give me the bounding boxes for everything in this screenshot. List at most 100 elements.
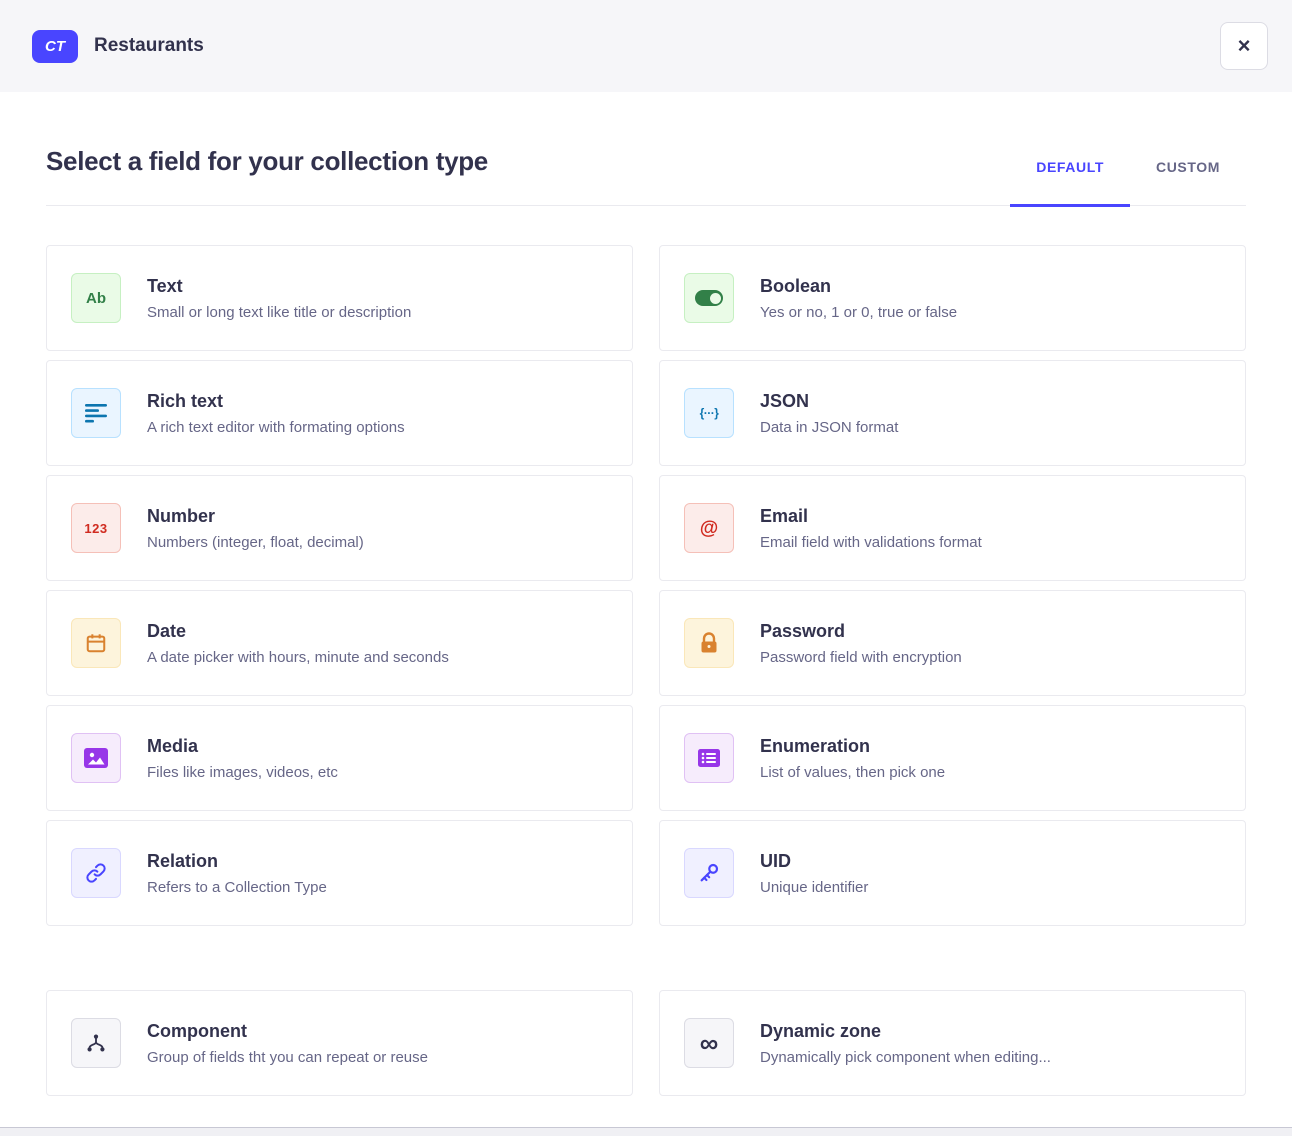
icon-glyph: 123 (84, 522, 107, 535)
enumeration-list-icon (684, 733, 734, 783)
component-branch-icon (71, 1018, 121, 1068)
modal-header-left: CT Restaurants (32, 30, 204, 63)
field-title: JSON (760, 391, 898, 412)
title-row: Select a field for your collection type … (46, 146, 1246, 206)
field-card-text[interactable]: Ab Text Small or long text like title or… (46, 245, 633, 351)
icon-glyph: {···} (700, 407, 719, 419)
field-description: A date picker with hours, minute and sec… (147, 649, 449, 666)
enumeration-list-svg (698, 749, 720, 767)
field-description: Group of fields tht you can repeat or re… (147, 1049, 428, 1066)
field-description: Unique identifier (760, 879, 868, 896)
component-branch-svg (85, 1032, 107, 1054)
calendar-icon (71, 618, 121, 668)
card-text: Date A date picker with hours, minute an… (147, 621, 449, 666)
icon-glyph: Ab (86, 291, 106, 306)
field-grid-advanced: Component Group of fields tht you can re… (46, 990, 1246, 1096)
card-text: Component Group of fields tht you can re… (147, 1021, 428, 1066)
field-description: Files like images, videos, etc (147, 764, 338, 781)
card-text: Password Password field with encryption (760, 621, 962, 666)
field-description: Email field with validations format (760, 534, 982, 551)
collection-title: Restaurants (94, 35, 204, 57)
field-card-date[interactable]: Date A date picker with hours, minute an… (46, 590, 633, 696)
field-card-boolean[interactable]: Boolean Yes or no, 1 or 0, true or false (659, 245, 1246, 351)
field-card-component[interactable]: Component Group of fields tht you can re… (46, 990, 633, 1096)
field-title: Enumeration (760, 736, 945, 757)
tab-default[interactable]: DEFAULT (1010, 159, 1130, 205)
lock-svg (699, 632, 719, 654)
infinity-icon: ∞ (684, 1018, 734, 1068)
card-text: Rich text A rich text editor with format… (147, 391, 405, 436)
card-text: Text Small or long text like title or de… (147, 276, 411, 321)
email-at-icon: @ (684, 503, 734, 553)
field-title: Relation (147, 851, 327, 872)
card-text: Dynamic zone Dynamically pick component … (760, 1021, 1051, 1066)
card-text: Enumeration List of values, then pick on… (760, 736, 945, 781)
richtext-lines-svg (85, 404, 107, 423)
text-ab-icon: Ab (71, 273, 121, 323)
field-title: Media (147, 736, 338, 757)
field-title: Date (147, 621, 449, 642)
number-123-icon: 123 (71, 503, 121, 553)
card-text: Email Email field with validations forma… (760, 506, 982, 551)
close-icon: × (1238, 35, 1251, 57)
toggle-icon (684, 273, 734, 323)
field-title: Component (147, 1021, 428, 1042)
modal-content: Select a field for your collection type … (0, 146, 1292, 1096)
field-title: Boolean (760, 276, 957, 297)
field-title: Number (147, 506, 364, 527)
field-card-number[interactable]: 123 Number Numbers (integer, float, deci… (46, 475, 633, 581)
footer-edge (0, 1127, 1292, 1136)
field-card-enumeration[interactable]: Enumeration List of values, then pick on… (659, 705, 1246, 811)
uid-key-icon (684, 848, 734, 898)
field-description: Small or long text like title or descrip… (147, 304, 411, 321)
uid-key-svg (698, 862, 720, 884)
field-description: A rich text editor with formating option… (147, 419, 405, 436)
field-card-richtext[interactable]: Rich text A rich text editor with format… (46, 360, 633, 466)
field-grid: Ab Text Small or long text like title or… (46, 245, 1246, 926)
media-image-svg (84, 748, 108, 768)
card-text: JSON Data in JSON format (760, 391, 898, 436)
json-braces-icon: {···} (684, 388, 734, 438)
card-text: Relation Refers to a Collection Type (147, 851, 327, 896)
card-text: Media Files like images, videos, etc (147, 736, 338, 781)
collection-type-badge: CT (32, 30, 78, 63)
field-description: Refers to a Collection Type (147, 879, 327, 896)
modal-header: CT Restaurants × (0, 0, 1292, 92)
relation-link-icon (71, 848, 121, 898)
tabs: DEFAULT CUSTOM (1010, 159, 1246, 205)
field-card-email[interactable]: @ Email Email field with validations for… (659, 475, 1246, 581)
media-image-icon (71, 733, 121, 783)
field-description: Dynamically pick component when editing.… (760, 1049, 1051, 1066)
close-button[interactable]: × (1220, 22, 1268, 70)
field-card-uid[interactable]: UID Unique identifier (659, 820, 1246, 926)
card-text: UID Unique identifier (760, 851, 868, 896)
field-title: Password (760, 621, 962, 642)
field-description: Yes or no, 1 or 0, true or false (760, 304, 957, 321)
field-description: Data in JSON format (760, 419, 898, 436)
field-description: Numbers (integer, float, decimal) (147, 534, 364, 551)
page-title: Select a field for your collection type (46, 146, 488, 205)
field-card-dynamiczone[interactable]: ∞ Dynamic zone Dynamically pick componen… (659, 990, 1246, 1096)
relation-link-svg (85, 862, 107, 884)
field-title: Email (760, 506, 982, 527)
calendar-svg (85, 632, 107, 654)
icon-glyph: ∞ (700, 1030, 719, 1056)
field-card-media[interactable]: Media Files like images, videos, etc (46, 705, 633, 811)
icon-glyph: @ (700, 519, 719, 538)
field-card-password[interactable]: Password Password field with encryption (659, 590, 1246, 696)
toggle-shape (695, 290, 723, 306)
richtext-lines-icon (71, 388, 121, 438)
lock-icon (684, 618, 734, 668)
field-title: Rich text (147, 391, 405, 412)
field-title: Dynamic zone (760, 1021, 1051, 1042)
card-text: Number Numbers (integer, float, decimal) (147, 506, 364, 551)
toggle-knob (710, 293, 721, 304)
field-title: UID (760, 851, 868, 872)
field-card-relation[interactable]: Relation Refers to a Collection Type (46, 820, 633, 926)
field-card-json[interactable]: {···} JSON Data in JSON format (659, 360, 1246, 466)
field-title: Text (147, 276, 411, 297)
tab-custom[interactable]: CUSTOM (1130, 159, 1246, 205)
card-text: Boolean Yes or no, 1 or 0, true or false (760, 276, 957, 321)
field-description: List of values, then pick one (760, 764, 945, 781)
field-description: Password field with encryption (760, 649, 962, 666)
